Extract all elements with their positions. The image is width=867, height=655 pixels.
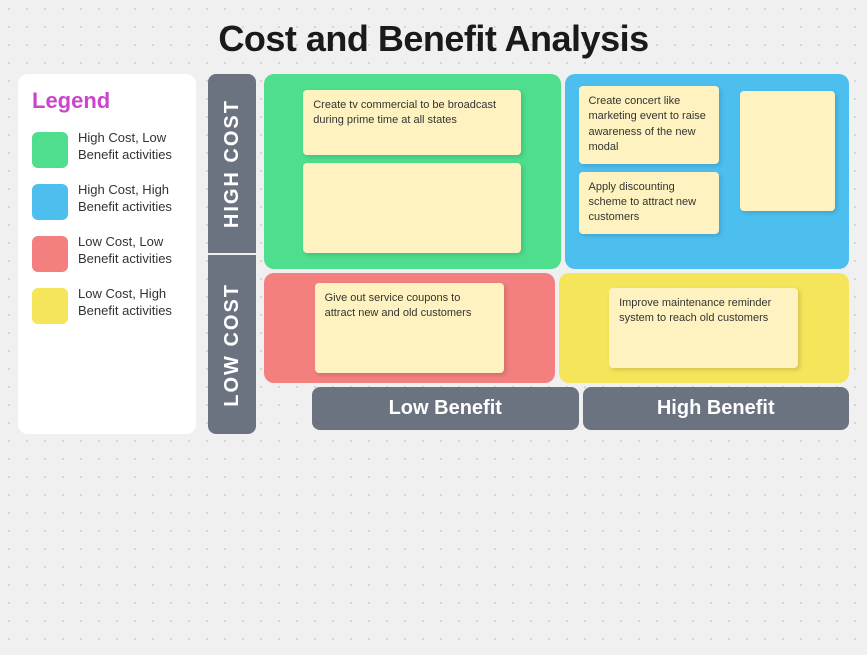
y-label-high-cost: High Cost	[208, 74, 256, 253]
sticky-note-green-blank	[303, 163, 521, 253]
sticky-note-maintenance: Improve maintenance reminder system to r…	[609, 288, 798, 368]
legend-title: Legend	[32, 88, 182, 114]
sticky-note-concert: Create concert like marketing event to r…	[579, 86, 719, 164]
x-label-high-benefit: High Benefit	[583, 387, 850, 430]
legend-color-blue	[32, 184, 68, 220]
legend-item-red: Low Cost, Low Benefit activities	[32, 234, 182, 272]
cell-top-right: Create concert like marketing event to r…	[565, 74, 850, 269]
legend-label-blue: High Cost, High Benefit activities	[78, 182, 182, 216]
page-title: Cost and Benefit Analysis	[0, 0, 867, 74]
cell-top-left: Create tv commercial to be broadcast dur…	[264, 74, 561, 269]
grid-area: Create tv commercial to be broadcast dur…	[264, 74, 849, 383]
sticky-note-coupons: Give out service coupons to attract new …	[315, 283, 504, 373]
legend-item-blue: High Cost, High Benefit activities	[32, 182, 182, 220]
cell-bottom-right: Improve maintenance reminder system to r…	[559, 273, 850, 383]
legend-label-green: High Cost, Low Benefit activities	[78, 130, 182, 164]
y-label-low-cost: Low Cost	[208, 255, 256, 434]
legend-panel: Legend High Cost, Low Benefit activities…	[18, 74, 196, 434]
legend-item-green: High Cost, Low Benefit activities	[32, 130, 182, 168]
sticky-note-discount: Apply discounting scheme to attract new …	[579, 172, 719, 234]
sticky-note-blue-tall	[740, 91, 835, 211]
legend-color-yellow	[32, 288, 68, 324]
legend-item-yellow: Low Cost, High Benefit activities	[32, 286, 182, 324]
sticky-note-tv-commercial: Create tv commercial to be broadcast dur…	[303, 90, 521, 155]
chart-area: High Cost Low Cost Create tv commercial …	[208, 74, 849, 434]
grid-row-top: Create tv commercial to be broadcast dur…	[264, 74, 849, 269]
x-label-low-benefit: Low Benefit	[312, 387, 579, 430]
legend-color-green	[32, 132, 68, 168]
legend-label-red: Low Cost, Low Benefit activities	[78, 234, 182, 268]
legend-label-yellow: Low Cost, High Benefit activities	[78, 286, 182, 320]
grid-row-bottom: Give out service coupons to attract new …	[264, 273, 849, 383]
cell-bottom-left: Give out service coupons to attract new …	[264, 273, 555, 383]
y-axis: High Cost Low Cost	[208, 74, 256, 434]
x-axis: Low Benefit High Benefit	[312, 387, 849, 434]
legend-color-red	[32, 236, 68, 272]
